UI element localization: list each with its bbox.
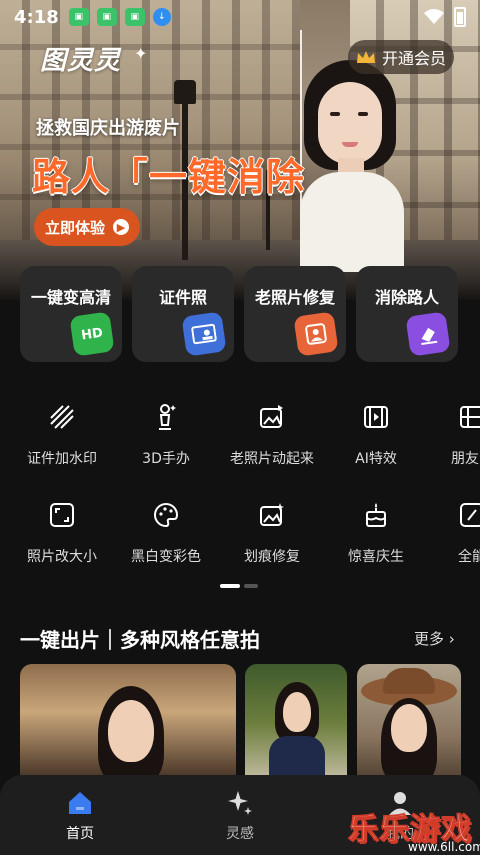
film-icon [361,402,391,432]
style-photo-list [20,664,480,784]
feature-card-label: 一键变高清 [30,288,111,307]
nav-home[interactable]: 首页 [0,775,160,855]
tool-watermark[interactable]: 证件加水印 [14,402,110,468]
tools-grid: 证件加水印 3D手办 老照片动起来 AI特效 朋友圈 照片改大小 黑白变彩色 划… [0,392,480,572]
style-photo-card[interactable] [357,664,461,784]
figure-icon [151,402,181,432]
sparkle-icon [226,789,254,817]
feature-card-label: 证件照 [158,288,207,307]
watermark: 乐乐游戏 www.6ll.com [348,804,480,855]
photo-sparkle-icon [257,500,287,530]
style-photo-card[interactable] [20,664,236,784]
grid-icon [457,402,480,432]
watermark-url: www.6ll.com [408,840,480,854]
tool-3d-figure[interactable]: 3D手办 [118,402,214,468]
feature-card-label: 老照片修复 [254,288,335,307]
crown-icon [356,51,375,63]
feature-card-remove-people[interactable]: 消除路人 [356,266,458,362]
tool-scratch-repair[interactable]: 划痕修复 [224,500,320,566]
page-indicator [220,584,260,588]
palette-icon [151,500,181,530]
status-bar: 4:18 ▣ ▣ ▣ ↓ [0,0,480,34]
battery-icon [454,7,466,27]
page-dot-active [220,584,240,588]
page-dot [244,584,258,588]
feature-card-label: 消除路人 [374,288,439,307]
arrow-right-icon: ▶ [113,219,129,235]
cake-icon [361,500,391,530]
section-title: 一键出片｜多种风格任意拍 [20,628,260,652]
tool-moments[interactable]: 朋友圈 [424,402,480,468]
download-icon: ↓ [152,8,171,26]
feature-card-id-photo[interactable]: 证件照 [132,266,234,362]
home-icon [66,789,94,817]
feature-card-old-photo[interactable]: 老照片修复 [244,266,346,362]
hd-icon: HD [69,311,115,357]
sparkle-icon: ✦ [134,44,148,63]
vip-button[interactable]: 开通会员 [348,40,454,74]
try-now-button[interactable]: 立即体验 ▶ [34,208,140,246]
app-logo: 图灵灵 [40,46,122,76]
style-photo-card[interactable] [245,664,347,784]
hero-title: 路人「一键消除 [32,155,306,199]
photo-restore-icon [293,311,339,357]
notification-app-icon: ▣ [68,8,89,26]
feature-cards: 一键变高清 HD 证件照 老照片修复 消除路人 [20,266,480,362]
tool-ai-effects[interactable]: AI特效 [328,402,424,468]
animated-photo-icon [257,402,287,432]
tool-animate-photo[interactable]: 老照片动起来 [224,402,320,468]
resize-icon [47,500,77,530]
more-link[interactable]: 更多 › [414,628,455,649]
tool-all-in-one[interactable]: 全能 [424,500,480,566]
tool-colorize[interactable]: 黑白变彩色 [118,500,214,566]
notification-app-icon: ▣ [124,8,145,26]
vip-label: 开通会员 [381,49,446,68]
wifi-icon [424,9,444,24]
status-time: 4:18 [14,6,59,28]
eraser-icon [405,311,451,357]
stripes-icon [47,402,77,432]
tool-resize-photo[interactable]: 照片改大小 [14,500,110,566]
id-card-icon [181,311,227,357]
feature-card-hd[interactable]: 一键变高清 HD [20,266,122,362]
edit-icon [457,500,480,530]
hero-subtitle: 拯救国庆出游废片 [36,118,180,139]
nav-inspiration[interactable]: 灵感 [160,775,320,855]
try-now-label: 立即体验 [44,218,105,237]
hero-portrait [290,60,410,272]
tool-birthday[interactable]: 惊喜庆生 [328,500,424,566]
notification-app-icon: ▣ [96,8,117,26]
